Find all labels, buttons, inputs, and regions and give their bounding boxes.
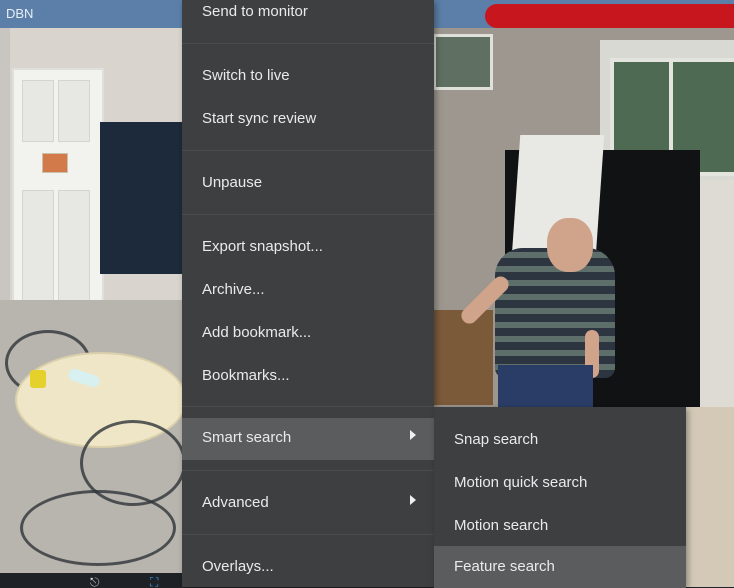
menu-item-archive[interactable]: Archive... xyxy=(182,270,434,310)
scene-cup xyxy=(30,370,46,388)
menu-item-label: Switch to live xyxy=(202,67,290,84)
scene-floor-right xyxy=(686,407,734,587)
submenu-item-label: Motion search xyxy=(454,517,549,534)
menu-item-smart-search[interactable]: Smart search xyxy=(182,418,434,460)
menu-item-send-to-monitor[interactable]: Send to monitor xyxy=(182,0,434,32)
menu-divider xyxy=(182,470,434,471)
submenu-item-motion-quick-search[interactable]: Motion quick search xyxy=(434,462,686,504)
menu-item-label: Send to monitor xyxy=(202,3,308,20)
menu-item-overlays[interactable]: Overlays... xyxy=(182,547,434,587)
menu-item-label: Add bookmark... xyxy=(202,324,312,341)
scene-desk xyxy=(433,310,493,405)
submenu-item-label: Snap search xyxy=(454,431,539,448)
menu-item-label: Export snapshot... xyxy=(202,238,323,255)
menu-divider xyxy=(182,214,434,215)
menu-item-label: Unpause xyxy=(202,174,263,191)
menu-item-switch-to-live[interactable]: Switch to live xyxy=(182,56,434,96)
menu-item-label: Archive... xyxy=(202,281,265,298)
scene-door-panel xyxy=(58,190,90,302)
submenu-item-feature-search[interactable]: Feature search xyxy=(434,546,686,588)
menu-item-label: Bookmarks... xyxy=(202,367,290,384)
scene-window xyxy=(433,34,493,90)
menu-item-start-sync-review[interactable]: Start sync review xyxy=(182,99,434,139)
submenu-item-label: Motion quick search xyxy=(454,474,588,491)
scene-person-head xyxy=(547,218,593,272)
scene-door-sign xyxy=(42,153,68,173)
menu-item-label: Smart search xyxy=(202,429,292,446)
alarm-indicator xyxy=(485,4,734,28)
menu-item-label: Overlays... xyxy=(202,558,274,575)
scene-door-panel xyxy=(22,80,54,142)
scene-dark-panel xyxy=(100,122,182,274)
smart-search-submenu: Snap search Motion quick search Motion s… xyxy=(434,407,686,588)
submenu-arrow-icon xyxy=(410,430,416,440)
menu-item-label: Start sync review xyxy=(202,110,317,127)
menu-divider xyxy=(182,150,434,151)
scene-door-panel xyxy=(22,190,54,302)
menu-divider xyxy=(182,43,434,44)
menu-item-export-snapshot[interactable]: Export snapshot... xyxy=(182,227,434,267)
menu-item-bookmarks[interactable]: Bookmarks... xyxy=(182,356,434,396)
menu-divider xyxy=(182,406,434,407)
camera-label: DBN xyxy=(6,6,34,21)
menu-divider xyxy=(182,534,434,535)
fullscreen-icon[interactable]: ⛶ xyxy=(150,576,158,587)
menu-item-add-bookmark[interactable]: Add bookmark... xyxy=(182,313,434,353)
scene-chair xyxy=(20,490,176,566)
timeline-icon[interactable]: ⎋ xyxy=(90,576,100,587)
submenu-item-snap-search[interactable]: Snap search xyxy=(434,419,686,461)
submenu-arrow-icon xyxy=(410,495,416,505)
scene-door-panel xyxy=(58,80,90,142)
submenu-item-label: Feature search xyxy=(454,558,555,575)
context-menu: Send to monitor Switch to live Start syn… xyxy=(182,0,434,587)
submenu-item-motion-search[interactable]: Motion search xyxy=(434,505,686,547)
menu-item-advanced[interactable]: Advanced xyxy=(182,483,434,523)
menu-item-label: Advanced xyxy=(202,494,269,511)
menu-item-unpause[interactable]: Unpause xyxy=(182,163,434,203)
